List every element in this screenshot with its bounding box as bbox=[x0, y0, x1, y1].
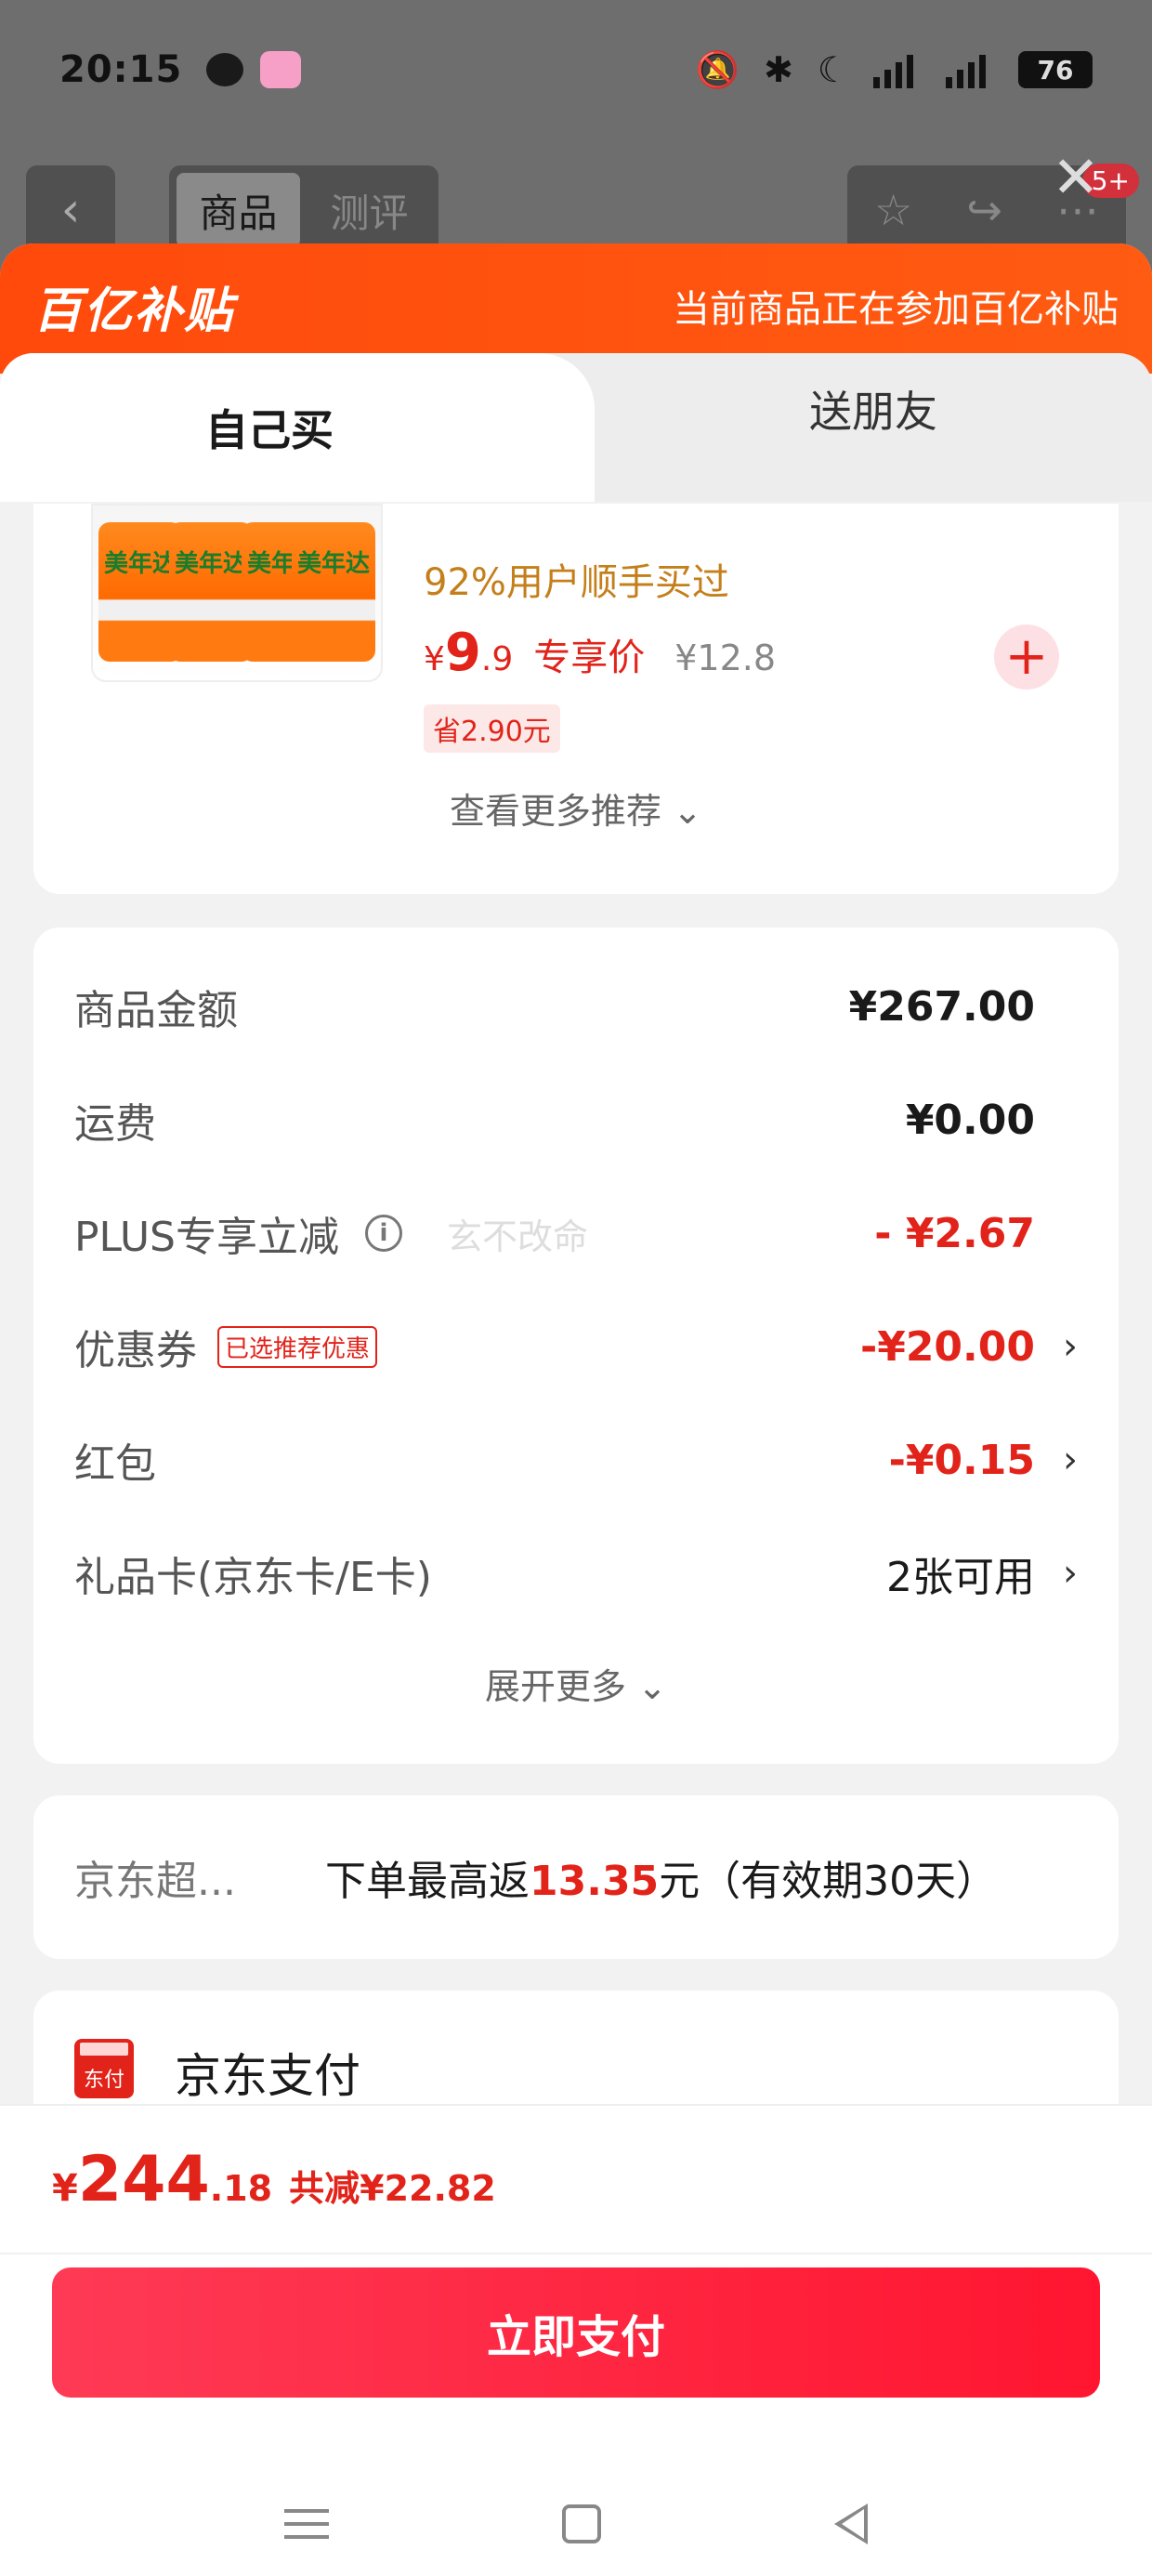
info-icon[interactable]: i bbox=[365, 1215, 402, 1252]
chevron-right-icon: › bbox=[1063, 1325, 1078, 1368]
red-packet-value: -¥0.15 bbox=[888, 1436, 1035, 1484]
total-price: ¥ 244 .18 共减¥22.82 bbox=[52, 2143, 496, 2216]
gift-card-row[interactable]: 礼品卡(京东卡/E卡) 2张可用 › bbox=[74, 1541, 1078, 1606]
recommendation-price: ¥ 9 .9 专享价 ¥12.8 bbox=[424, 623, 777, 683]
close-icon[interactable]: ✕ bbox=[1052, 149, 1100, 206]
pay-now-button[interactable]: 立即支付 bbox=[52, 2267, 1100, 2398]
plus-discount-value: - ¥2.67 bbox=[874, 1209, 1035, 1257]
menu-icon[interactable] bbox=[283, 2509, 329, 2539]
goods-amount-value: ¥267.00 bbox=[848, 982, 1035, 1031]
product-can: 美年达 bbox=[169, 522, 253, 662]
goods-amount-row: 商品金额 ¥267.00 bbox=[74, 982, 1035, 1035]
tab-review: 测评 bbox=[330, 190, 409, 236]
expand-more-link[interactable]: 展开更多 ⌄ bbox=[33, 1658, 1119, 1709]
purchase-rate: 92%用户顺手买过 bbox=[424, 561, 729, 604]
back-icon[interactable] bbox=[834, 2504, 869, 2544]
moon-icon: ☾ bbox=[817, 49, 849, 90]
rebate-card: 京东超... 下单最高返13.35元（有效期30天） bbox=[33, 1795, 1119, 1959]
status-indicators: 🔕 ✱ ☾ 76 bbox=[696, 49, 1093, 91]
recommendation-card: 美年达 美年达 美年达 美年达 92%用户顺手买过 ¥ 9 .9 专享价 ¥12… bbox=[33, 504, 1119, 894]
chevron-right-icon: › bbox=[1063, 1552, 1078, 1595]
signal-icon bbox=[873, 51, 922, 88]
tab-gift-friend[interactable]: 送朋友 bbox=[595, 353, 1152, 502]
exclusive-price-tag: 专享价 bbox=[533, 637, 646, 679]
divider bbox=[0, 2253, 1152, 2254]
background-tabs: 商品 测评 bbox=[169, 165, 439, 255]
total-discount: 共减¥22.82 bbox=[289, 2168, 496, 2209]
purchase-type-switch: 自己买 送朋友 bbox=[0, 353, 1152, 502]
mute-icon: 🔕 bbox=[695, 48, 740, 90]
add-to-order-button[interactable]: + bbox=[994, 624, 1059, 690]
rebate-text: 下单最高返13.35元（有效期30天） bbox=[325, 1858, 998, 1905]
subsidy-message: 当前商品正在参加百亿补贴 bbox=[673, 288, 1119, 331]
bilibili-icon bbox=[260, 51, 302, 88]
home-icon[interactable] bbox=[561, 2504, 601, 2543]
share-icon: ↪ bbox=[966, 185, 1002, 235]
product-can: 美年达 bbox=[292, 522, 375, 662]
coupon-row[interactable]: 优惠券 已选推荐优惠 -¥20.00 › bbox=[74, 1314, 1078, 1379]
plus-discount-row: PLUS专享立减 i 玄不改命 - ¥2.67 bbox=[74, 1209, 1035, 1262]
fee-breakdown-card: 商品金额 ¥267.00 运费 ¥0.00 PLUS专享立减 i 玄不改命 - … bbox=[33, 927, 1119, 1764]
red-packet-row[interactable]: 红包 -¥0.15 › bbox=[74, 1427, 1078, 1492]
gift-card-value: 2张可用 bbox=[886, 1554, 1035, 1601]
signal-icon bbox=[946, 51, 994, 88]
watermark: 玄不改命 bbox=[447, 1216, 589, 1257]
status-app-icons bbox=[206, 51, 302, 88]
jd-pay-icon: 东付 bbox=[74, 2039, 134, 2098]
tab-buy-self[interactable]: 自己买 bbox=[0, 353, 595, 502]
savings-badge: 省2.90元 bbox=[424, 704, 560, 753]
battery-icon: 76 bbox=[1018, 51, 1093, 88]
status-bar: 20:15 🔕 ✱ ☾ 76 bbox=[0, 0, 1152, 139]
rebate-label: 京东超... bbox=[74, 1858, 236, 1905]
bluetooth-icon: ✱ bbox=[764, 49, 793, 90]
rebate-amount: 13.35 bbox=[530, 1858, 660, 1905]
original-price: ¥12.8 bbox=[674, 637, 777, 678]
tab-goods: 商品 bbox=[177, 173, 300, 247]
more-recommendations-link[interactable]: 查看更多推荐 ⌄ bbox=[33, 782, 1119, 834]
status-time: 20:15 bbox=[59, 48, 183, 91]
checkout-footer: ¥ 244 .18 共减¥22.82 立即支付 bbox=[0, 2104, 1152, 2576]
payment-method-label: 京东支付 bbox=[175, 2049, 360, 2103]
coupon-tag: 已选推荐优惠 bbox=[217, 1325, 378, 1368]
star-icon: ☆ bbox=[874, 185, 913, 235]
chevron-left-icon: ‹ bbox=[26, 165, 115, 255]
subsidy-logo: 百亿补贴 bbox=[33, 283, 235, 339]
product-thumbnail[interactable]: 美年达 美年达 美年达 美年达 bbox=[91, 504, 383, 682]
shipping-row: 运费 ¥0.00 bbox=[74, 1096, 1035, 1149]
plus-icon: + bbox=[1004, 626, 1049, 687]
chevron-right-icon: › bbox=[1063, 1439, 1078, 1481]
wechat-icon bbox=[206, 53, 244, 86]
shipping-value: ¥0.00 bbox=[905, 1096, 1035, 1144]
system-navigation bbox=[0, 2477, 1152, 2570]
coupon-value: -¥20.00 bbox=[859, 1322, 1035, 1371]
